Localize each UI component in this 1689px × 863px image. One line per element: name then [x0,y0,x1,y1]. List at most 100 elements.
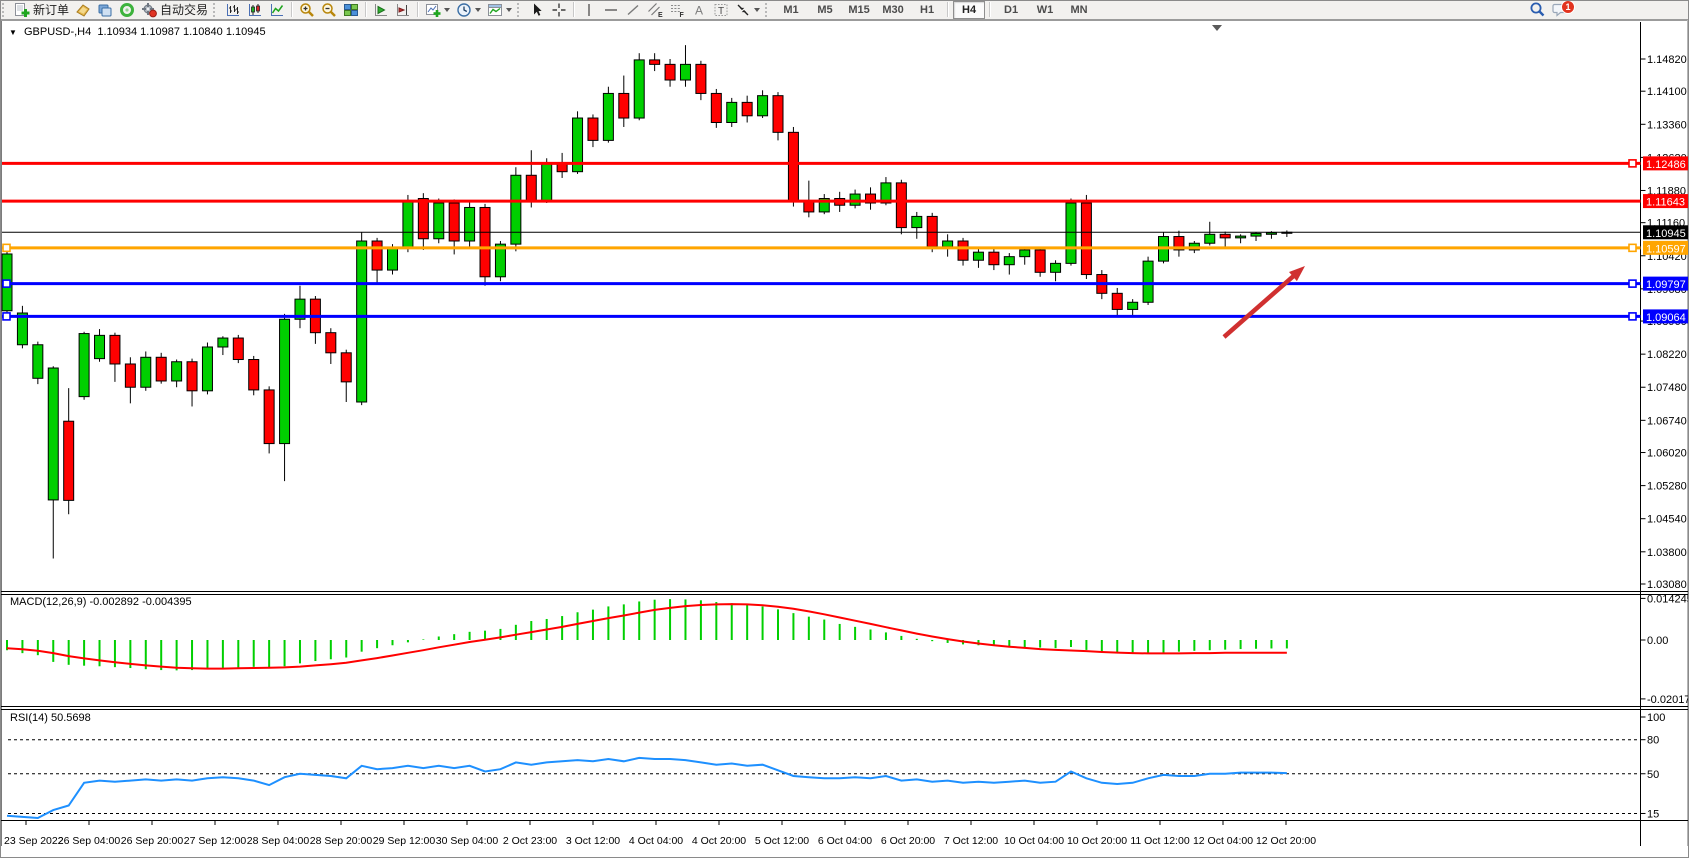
bear-candle-body [896,183,906,228]
line-chart-icon [269,2,285,18]
timeframe-button-h1[interactable]: H1 [911,1,943,19]
tile-windows-icon [343,2,359,18]
bull-candle-body [33,345,43,379]
toolbar-grip[interactable] [517,3,524,17]
arrows-dropdown-caret[interactable] [754,8,760,12]
indicators-dropdown-caret[interactable] [444,8,450,12]
sounds-button[interactable] [116,1,138,19]
hline-handle[interactable] [1629,313,1636,320]
price-tick-label: 1.14100 [1647,86,1687,98]
chart-shift-marker-icon[interactable] [1212,25,1222,31]
timeframe-button-h4[interactable]: H4 [953,1,985,19]
rsi-axis-label: 50 [1647,769,1659,781]
chart-menu-arrow-icon[interactable]: ▼ [9,28,17,37]
time-tick-label: 28 Sep 20:00 [310,835,373,847]
price-label-1.10597: 1.10597 [1643,241,1688,256]
timeframe-button-m5[interactable]: M5 [809,1,841,19]
clock-icon [456,2,472,18]
time-axis[interactable]: 23 Sep 202226 Sep 04:0026 Sep 20:0027 Se… [4,821,1316,847]
zoom-out-button[interactable] [318,1,340,19]
vertical-line-tool-button[interactable] [578,1,600,19]
timeframe-button-w1[interactable]: W1 [1029,1,1061,19]
chart-canvas[interactable]: 1.148201.141001.133601.126201.118801.111… [0,20,1689,858]
trendline-tool-button[interactable] [622,1,644,19]
bull-candle-body [1266,233,1276,235]
profiles-button[interactable] [94,1,116,19]
hline-handle[interactable] [1629,160,1636,167]
time-tick-label: 6 Oct 04:00 [818,835,872,847]
indicators-button[interactable] [422,1,453,19]
bear-candle-body [372,241,382,270]
bear-candle-body [156,357,166,381]
bar-chart-icon [225,2,241,18]
hline-1.12486[interactable] [2,160,1641,167]
timeframe-button-m15[interactable]: M15 [843,1,875,19]
crosshair-tool-button[interactable] [548,1,570,19]
periods-dropdown-caret[interactable] [475,8,481,12]
price-axis[interactable]: 1.148201.141001.133601.126201.118801.111… [1641,54,1689,591]
timeframe-button-d1[interactable]: D1 [995,1,1027,19]
toolbar-grip[interactable] [765,3,772,17]
bull-candle-body [1066,203,1076,263]
bear-candle-body [449,203,459,241]
text-a-icon: A [691,2,707,18]
time-tick-label: 6 Oct 20:00 [881,835,935,847]
equidistant-channel-tool-button[interactable]: E [644,1,666,19]
bear-candle-body [249,360,259,390]
periods-button[interactable] [453,1,484,19]
hline-handle[interactable] [1629,280,1636,287]
time-tick-label: 2 Oct 23:00 [503,835,557,847]
arrows-tool-button[interactable] [732,1,763,19]
candlestick-mode-button[interactable] [244,1,266,19]
timeframe-button-m1[interactable]: M1 [775,1,807,19]
notification-badge: 1 [1561,0,1575,14]
text-tool-button[interactable]: A [688,1,710,19]
bear-candle-body [233,338,243,359]
macd-axis-label: 0.014245 [1647,593,1689,605]
bull-candle-body [542,163,552,201]
hline-handle[interactable] [3,313,10,320]
price-tick-label: 1.06020 [1647,448,1687,460]
hline-1.10597[interactable] [2,244,1641,251]
hline-handle[interactable] [3,244,10,251]
templates-dropdown-caret[interactable] [506,8,512,12]
hline-1.09797[interactable] [2,280,1641,287]
zoom-in-button[interactable] [296,1,318,19]
auto-scroll-button[interactable] [370,1,392,19]
new-order-label: 新订单 [33,1,69,18]
bull-candle-body [218,338,228,347]
rsi-line [7,758,1287,818]
text-label-tool-button[interactable]: T [710,1,732,19]
bar-chart-mode-button[interactable] [222,1,244,19]
charts-button[interactable] [72,1,94,19]
bull-candle-body [280,319,290,443]
price-tick-label: 1.07480 [1647,382,1687,394]
tile-windows-button[interactable] [340,1,362,19]
notifications-button[interactable]: 1 [1549,1,1573,19]
chart-shift-button[interactable] [392,1,414,19]
new-order-icon [14,2,30,18]
hline-1.09064[interactable] [2,313,1641,320]
toolbar-grip[interactable] [213,3,220,17]
cursor-tool-button[interactable] [526,1,548,19]
svg-text:1.09797: 1.09797 [1646,279,1686,291]
candlestick-series [2,45,1292,558]
timeframe-button-m30[interactable]: M30 [877,1,909,19]
new-order-button[interactable]: 新订单 [11,1,72,19]
hline-handle[interactable] [1629,244,1636,251]
arrow-annotation[interactable] [1224,266,1305,337]
search-button[interactable] [1526,1,1549,19]
fibonacci-tool-button[interactable]: F [666,1,688,19]
time-tick-label: 3 Oct 12:00 [566,835,620,847]
auto-trading-button[interactable]: 自动交易 [138,1,211,19]
template-icon [487,2,503,18]
toolbar-grip[interactable] [2,3,9,17]
timeframe-button-mn[interactable]: MN [1063,1,1095,19]
bull-candle-body [357,241,367,402]
templates-button[interactable] [484,1,515,19]
bear-candle-body [650,60,660,64]
hline-handle[interactable] [3,280,10,287]
horizontal-line-tool-button[interactable] [600,1,622,19]
bull-candle-body [973,252,983,260]
line-chart-mode-button[interactable] [266,1,288,19]
